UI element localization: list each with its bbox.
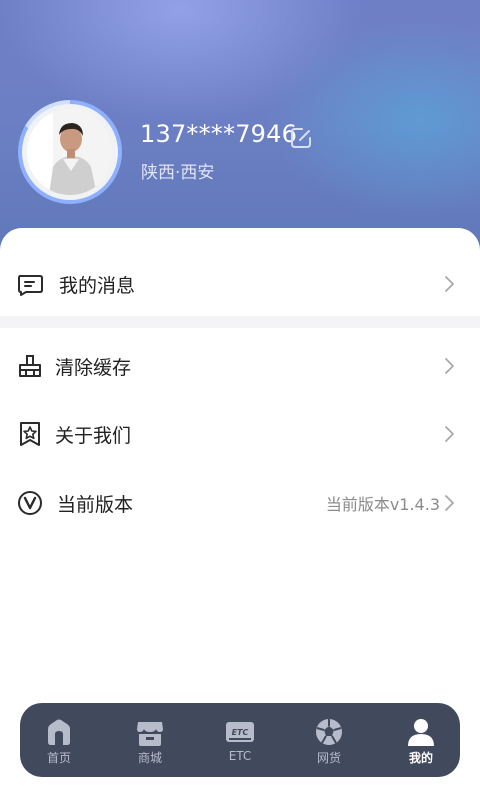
avatar-ring[interactable] <box>18 100 122 204</box>
section-divider <box>0 316 480 328</box>
menu-label-clear-cache: 清除缓存 <box>55 356 132 379</box>
broom-icon <box>19 355 41 377</box>
tab-etc[interactable]: ETC ETC <box>205 703 275 777</box>
message-icon <box>18 275 43 296</box>
bottom-tab-bar: 首页 商城 ETC ETC 网货 我的 <box>20 703 460 777</box>
menu-item-messages[interactable]: 我的消息 <box>0 252 480 316</box>
version-value: 当前版本v1.4.3 <box>325 495 440 514</box>
menu-label-version: 当前版本 <box>57 493 134 516</box>
edit-icon[interactable] <box>289 126 313 150</box>
badge-star-icon <box>20 422 40 446</box>
menu-item-about[interactable]: 关于我们 <box>0 402 480 466</box>
tab-home[interactable]: 首页 <box>24 703 94 777</box>
tab-store[interactable]: 商城 <box>115 703 185 777</box>
ball-icon <box>316 719 342 745</box>
avatar-photo <box>27 109 113 195</box>
tab-label-goods: 网货 <box>316 751 341 765</box>
chevron-right-icon <box>445 426 454 442</box>
phone-number: 137****7946 <box>140 120 298 148</box>
tab-label-etc: ETC <box>228 749 252 763</box>
chevron-right-icon <box>445 276 454 292</box>
tab-goods[interactable]: 网货 <box>294 703 364 777</box>
user-location: 陕西·西安 <box>141 163 215 183</box>
menu-label-messages: 我的消息 <box>59 274 136 297</box>
home-icon <box>48 719 70 745</box>
chevron-right-icon <box>445 358 454 374</box>
svg-text:ETC: ETC <box>232 728 249 737</box>
chevron-right-icon <box>445 495 454 511</box>
tab-label-store: 商城 <box>137 751 162 765</box>
avatar-frame <box>22 104 118 200</box>
version-v-icon <box>18 491 42 515</box>
tab-label-mine: 我的 <box>408 751 433 765</box>
menu-item-clear-cache[interactable]: 清除缓存 <box>0 334 480 398</box>
person-icon <box>408 719 434 746</box>
menu-item-version[interactable]: 当前版本 当前版本v1.4.3 <box>0 471 480 535</box>
menu-label-about: 关于我们 <box>55 424 132 447</box>
etc-card-icon: ETC <box>226 722 254 742</box>
tab-label-home: 首页 <box>46 751 71 765</box>
avatar <box>27 109 113 195</box>
store-icon <box>137 722 163 746</box>
profile-header: 137****7946 陕西·西安 <box>0 0 480 260</box>
tab-mine[interactable]: 我的 <box>386 703 456 777</box>
